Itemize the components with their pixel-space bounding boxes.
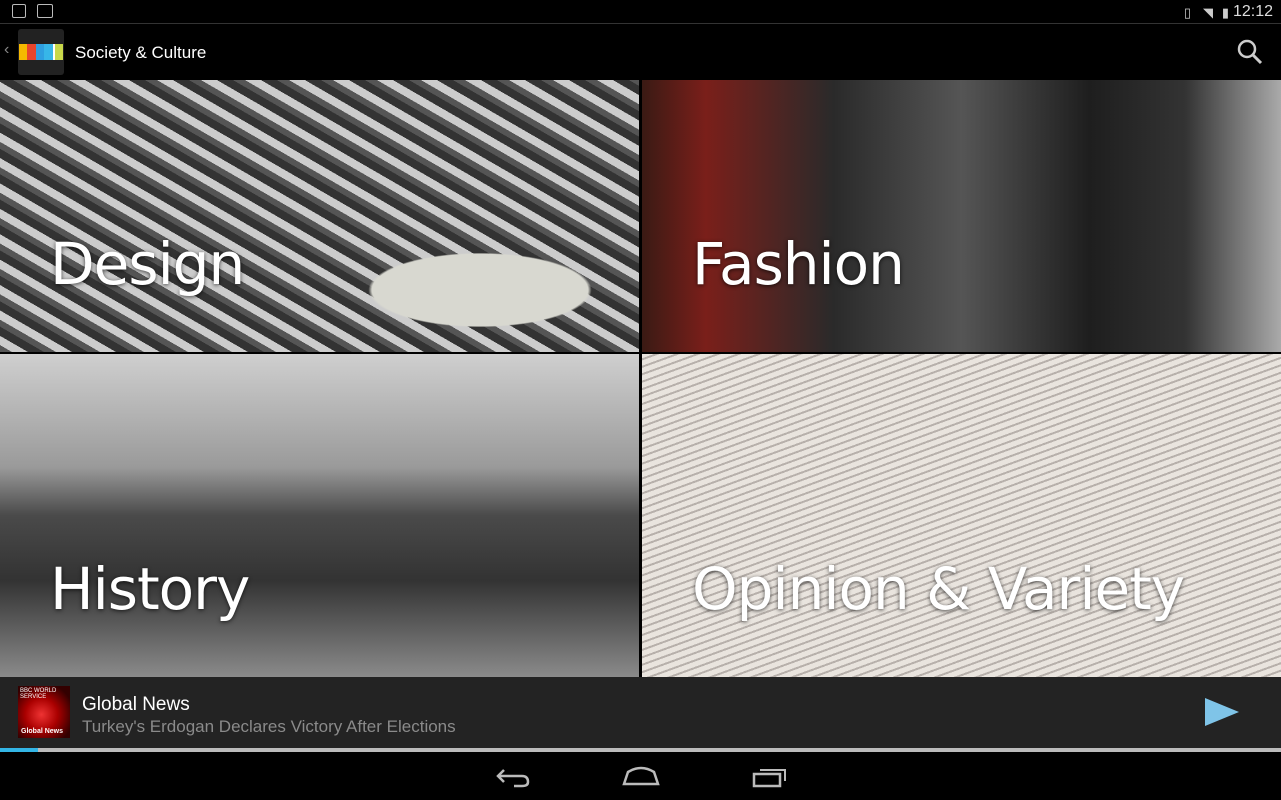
status-bar: ▯ ◥ ▮ 12:12 xyxy=(0,0,1281,24)
tile-opinion-variety[interactable]: Opinion & Variety xyxy=(642,354,1281,677)
tile-label: Design xyxy=(50,230,245,298)
image-notification-icon xyxy=(12,4,26,18)
app-logo[interactable] xyxy=(18,29,64,75)
newspaper-image xyxy=(642,354,1281,677)
page-title: Society & Culture xyxy=(75,43,207,62)
bbc-notification-icon xyxy=(37,4,53,18)
search-icon[interactable] xyxy=(1237,39,1263,65)
wifi-icon: ◥ xyxy=(1203,5,1213,20)
tile-label: Opinion & Variety xyxy=(692,555,1185,623)
tile-history[interactable]: History xyxy=(0,354,639,677)
art-brand: BBC WORLD SERVICE xyxy=(20,688,57,700)
player-subtitle: Turkey's Erdogan Declares Victory After … xyxy=(82,717,456,736)
now-playing-bar[interactable]: BBC WORLD SERVICE Global News Global News… xyxy=(0,677,1281,748)
up-caret-icon[interactable]: ‹ xyxy=(4,41,9,59)
player-title: Global News xyxy=(82,694,190,715)
tile-fashion[interactable]: Fashion xyxy=(642,80,1281,352)
back-icon[interactable] xyxy=(496,766,530,788)
recents-icon[interactable] xyxy=(752,766,788,788)
album-art: BBC WORLD SERVICE Global News xyxy=(18,686,70,738)
tile-label: Fashion xyxy=(692,230,905,298)
battery-icon: ▮ xyxy=(1221,5,1229,20)
clock: 12:12 xyxy=(1232,3,1273,20)
play-icon[interactable] xyxy=(1205,698,1239,726)
action-bar: ‹ Society & Culture xyxy=(0,25,1281,80)
tile-label: History xyxy=(50,555,250,623)
rotation-icon: ▯ xyxy=(1183,5,1191,20)
tile-design[interactable]: Design xyxy=(0,80,639,352)
art-text: Global News xyxy=(21,728,64,735)
navigation-bar xyxy=(0,752,1281,800)
history-image xyxy=(0,354,639,677)
home-icon[interactable] xyxy=(622,766,660,788)
fashion-image xyxy=(642,80,1281,352)
